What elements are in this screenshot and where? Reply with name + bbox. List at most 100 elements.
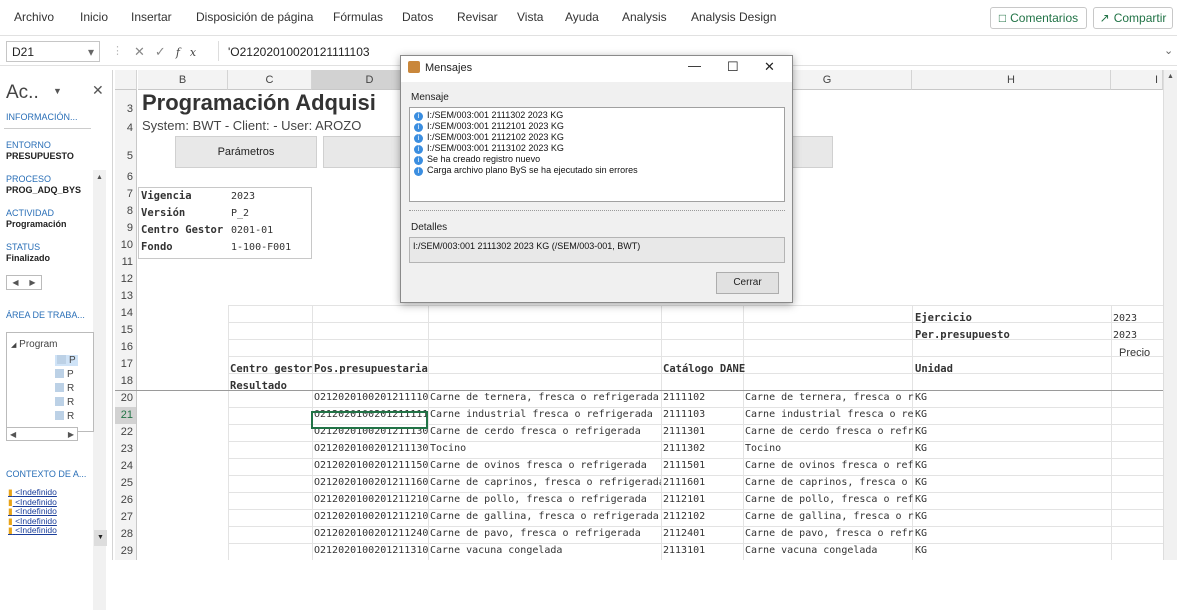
description-cell[interactable]: Carne industrial fresca o refrigerada (430, 409, 661, 420)
catalogo-description-cell[interactable]: Carne de ternera, fresca o refrigerada (745, 392, 914, 403)
pane-hscroll[interactable]: ◀ ▶ (6, 275, 42, 290)
dialog-titlebar[interactable]: Mensajes — ☐ ✕ (401, 56, 792, 82)
centro-gestor-value[interactable]: 0201-01 (231, 225, 273, 236)
row-header[interactable]: 14 (115, 305, 137, 322)
parameters-button[interactable]: Parámetros (175, 136, 317, 168)
row-header[interactable]: 12 (115, 271, 137, 288)
row-header[interactable]: 29 (115, 543, 137, 560)
arrow-left-icon[interactable]: ◀ (12, 278, 18, 287)
arrow-left-icon[interactable]: ◀ (10, 430, 16, 439)
catalogo-cell[interactable]: 2111501 (663, 460, 743, 471)
scroll-up-icon[interactable]: ▲ (1164, 70, 1177, 80)
column-header-b[interactable]: B (138, 70, 228, 90)
work-area-header[interactable]: ÁREA DE TRABA... (6, 310, 85, 320)
context-item[interactable]: ▮ <Indefinido (8, 525, 57, 536)
drag-handle-icon[interactable]: ⋮ (112, 44, 123, 57)
column-header-c[interactable]: C (228, 70, 312, 90)
row-header[interactable]: 24 (115, 458, 137, 475)
fondo-value[interactable]: 1-100-F001 (231, 242, 291, 253)
arrow-right-icon[interactable]: ▶ (29, 278, 35, 287)
tree-hscroll[interactable]: ◀ ▶ (6, 427, 78, 441)
tab-formulas[interactable]: Fórmulas (333, 10, 383, 24)
description-cell[interactable]: Carne de cerdo fresca o refrigerada (430, 426, 661, 437)
unit-cell[interactable]: KG (915, 443, 955, 454)
scroll-up-icon[interactable]: ▲ (93, 170, 106, 181)
description-cell[interactable]: Carne de gallina, fresca o refrigerada (430, 511, 661, 522)
row-header[interactable]: 17 (115, 356, 137, 373)
pos-presupuestaria-cell[interactable]: O21202010020121111010 (314, 392, 428, 403)
tree-item[interactable]: P (55, 369, 74, 380)
active-cell[interactable] (311, 411, 428, 429)
catalogo-cell[interactable]: 2112401 (663, 528, 743, 539)
unit-cell[interactable]: KG (915, 511, 955, 522)
message-item[interactable]: i I:/SEM/003:001 2113102 2023 KG (410, 143, 784, 154)
description-cell[interactable]: Carne de pollo, fresca o refrigerada (430, 494, 661, 505)
catalogo-cell[interactable]: 2113101 (663, 545, 743, 556)
pos-presupuestaria-cell[interactable]: O21202010020121121020 (314, 511, 428, 522)
select-all-corner[interactable] (115, 70, 137, 90)
row-header[interactable]: 20 (115, 390, 137, 407)
message-item[interactable]: i Carga archivo plano ByS se ha ejecutado… (410, 165, 784, 176)
pos-presupuestaria-cell[interactable]: O21202010020121116010 (314, 477, 428, 488)
collapse-icon[interactable]: ◢ (11, 342, 16, 349)
close-icon[interactable]: ✕ (92, 82, 104, 99)
catalogo-description-cell[interactable]: Carne de ovinos fresca o refrigerada (745, 460, 914, 471)
unit-cell[interactable]: KG (915, 426, 955, 437)
row-header[interactable]: 13 (115, 288, 137, 305)
splitter[interactable] (409, 210, 785, 212)
name-box[interactable]: D21 ▾ (6, 41, 100, 62)
tab-analysis[interactable]: Analysis (622, 10, 667, 24)
cancel-icon[interactable]: ✕ (134, 44, 155, 59)
arrow-right-icon[interactable]: ▶ (68, 430, 74, 439)
unit-cell[interactable]: KG (915, 392, 955, 403)
row-header[interactable]: 6 (115, 169, 137, 186)
row-header[interactable]: 5 (115, 136, 137, 169)
row-header[interactable]: 11 (115, 254, 137, 271)
maximize-icon[interactable]: ☐ (727, 59, 739, 75)
unit-cell[interactable]: KG (915, 477, 955, 488)
catalogo-description-cell[interactable]: Carne de pavo, fresca o refrigerada (745, 528, 914, 539)
description-cell[interactable]: Carne de pavo, fresca o refrigerada (430, 528, 661, 539)
catalogo-cell[interactable]: 2112102 (663, 511, 743, 522)
catalogo-description-cell[interactable]: Carne de pollo, fresca o refrigerada (745, 494, 914, 505)
description-cell[interactable]: Carne de ovinos fresca o refrigerada (430, 460, 661, 471)
comments-button[interactable]: □ Comentarios (990, 7, 1087, 29)
catalogo-description-cell[interactable]: Carne de cerdo fresca o refrigerada (745, 426, 914, 437)
column-header-h[interactable]: H (912, 70, 1111, 90)
tree-root[interactable]: ◢ Program (11, 339, 58, 350)
row-header[interactable]: 27 (115, 509, 137, 526)
unit-cell[interactable]: KG (915, 494, 955, 505)
unit-cell[interactable]: KG (915, 528, 955, 539)
catalogo-description-cell[interactable]: Carne vacuna congelada (745, 545, 914, 556)
tab-datos[interactable]: Datos (402, 10, 433, 24)
row-header[interactable]: 9 (115, 220, 137, 237)
unit-cell[interactable]: KG (915, 545, 955, 556)
description-cell[interactable]: Carne de ternera, fresca o refrigerada (430, 392, 661, 403)
catalogo-description-cell[interactable]: Tocino (745, 443, 914, 454)
catalogo-cell[interactable]: 2111103 (663, 409, 743, 420)
pos-presupuestaria-cell[interactable]: O21202010020121121010 (314, 494, 428, 505)
catalogo-description-cell[interactable]: Carne de gallina, fresca o refrigerada (745, 511, 914, 522)
version-value[interactable]: P_2 (231, 208, 249, 219)
unit-cell[interactable]: KG (915, 460, 955, 471)
message-item[interactable]: i I:/SEM/003:001 2112101 2023 KG (410, 121, 784, 132)
row-header[interactable]: 18 (115, 373, 137, 390)
message-list[interactable]: i I:/SEM/003:001 2111302 2023 KG i I:/SEM/… (409, 107, 785, 202)
vigencia-value[interactable]: 2023 (231, 191, 255, 202)
row-header[interactable]: 16 (115, 339, 137, 356)
tab-analysis-design[interactable]: Analysis Design (691, 10, 776, 24)
fx-icon[interactable]: fx (176, 46, 206, 59)
context-header[interactable]: CONTEXTO DE A... (6, 469, 86, 479)
close-icon[interactable]: ✕ (764, 59, 775, 75)
row-header[interactable]: 25 (115, 475, 137, 492)
tab-insertar[interactable]: Insertar (131, 10, 172, 24)
row-header[interactable]: 23 (115, 441, 137, 458)
vertical-scrollbar[interactable]: ▲ (1163, 70, 1177, 560)
pos-presupuestaria-cell[interactable]: O21202010020121115010 (314, 460, 428, 471)
tree-item[interactable]: R (55, 411, 74, 422)
catalogo-cell[interactable]: 2111302 (663, 443, 743, 454)
row-header[interactable]: 15 (115, 322, 137, 339)
tab-ayuda[interactable]: Ayuda (565, 10, 599, 24)
catalogo-description-cell[interactable]: Carne industrial fresca o refrigerada (745, 409, 914, 420)
column-header-i[interactable]: I (1111, 70, 1163, 90)
